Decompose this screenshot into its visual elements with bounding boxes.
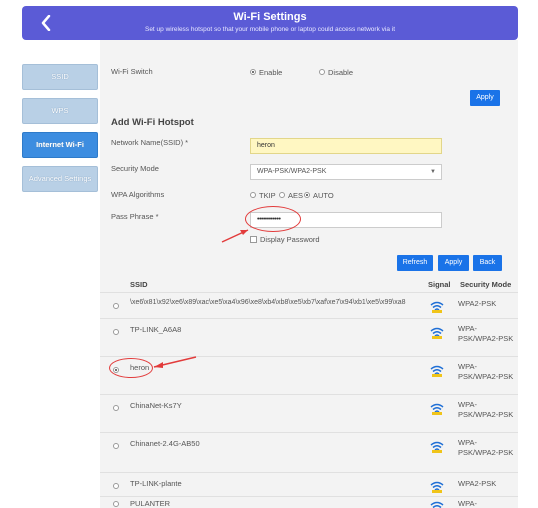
back-button[interactable]: Back (473, 255, 502, 271)
page-title: Wi-Fi Settings (233, 11, 307, 23)
annotation-circle-password (245, 206, 301, 232)
network-row[interactable]: Chinanet-2.4G-AB50 WPA-PSK/WPA2-PSK (100, 432, 518, 472)
network-security: WPA2-PSK (458, 299, 497, 308)
wpa-algorithms-label: WPA Algorithms (111, 190, 165, 199)
annotation-arrow-icon (221, 229, 249, 243)
security-mode-label: Security Mode (111, 164, 159, 173)
ssid-column-header: SSID (130, 280, 148, 289)
sidebar-item-wps[interactable]: WPS (22, 98, 98, 124)
network-radio[interactable] (113, 303, 119, 309)
wifi-signal-icon (430, 365, 444, 377)
wifi-disable-option[interactable]: Disable (319, 68, 353, 77)
display-password-option[interactable]: Display Password (250, 235, 320, 244)
network-radio[interactable] (113, 443, 119, 449)
algo-tkip-option[interactable]: TKIP (250, 191, 276, 200)
sidebar: SSID WPS Internet Wi-Fi Advanced Setting… (22, 64, 98, 200)
sidebar-item-advanced-settings[interactable]: Advanced Settings (22, 166, 98, 192)
chevron-down-icon: ▼ (430, 169, 436, 175)
auto-radio[interactable] (304, 192, 310, 199)
wifi-enable-option[interactable]: Enable (250, 68, 282, 77)
network-ssid: TP-LINK-plante (130, 479, 182, 488)
network-security: WPA- (458, 499, 478, 508)
network-ssid: ChinaNet-Ks7Y (130, 401, 182, 410)
apply-button[interactable]: Apply (438, 255, 469, 271)
network-ssid: \xe6\x81\x92\xe6\x89\xac\xe5\xa4\x96\xe8… (130, 299, 406, 306)
add-hotspot-title: Add Wi-Fi Hotspot (111, 117, 194, 128)
security-mode-value: WPA-PSK/WPA2-PSK (257, 168, 327, 175)
algo-auto-option[interactable]: AUTO (304, 191, 334, 200)
network-security: WPA-PSK/WPA2-PSK (458, 438, 514, 457)
wifi-signal-icon (430, 327, 444, 339)
sidebar-item-ssid[interactable]: SSID (22, 64, 98, 90)
main-panel: Wi-Fi Switch Enable Disable Apply Add Wi… (100, 40, 518, 508)
network-row[interactable]: TP-LINK_A6A8 WPA-PSK/WPA2-PSK (100, 318, 518, 356)
header-bar: Wi-Fi Settings Set up wireless hotspot s… (22, 6, 518, 40)
network-row[interactable]: PULANTER WPA- (100, 496, 518, 508)
signal-column-header: Signal (428, 280, 451, 289)
tkip-radio[interactable] (250, 192, 256, 199)
ssid-input[interactable]: heron (250, 138, 442, 154)
ssid-label: Network Name(SSID) * (111, 138, 189, 147)
network-radio[interactable] (113, 405, 119, 411)
security-column-header: Security Mode (460, 280, 512, 289)
annotation-arrow-icon (153, 356, 197, 368)
network-row[interactable]: \xe6\x81\x92\xe6\x89\xac\xe5\xa4\x96\xe8… (100, 292, 518, 318)
security-mode-select[interactable]: WPA-PSK/WPA2-PSK ▼ (250, 164, 442, 180)
wifi-signal-icon (430, 301, 444, 313)
network-ssid: PULANTER (130, 499, 171, 508)
disable-radio[interactable] (319, 69, 325, 76)
apply-switch-button[interactable]: Apply (470, 90, 500, 106)
network-radio[interactable] (113, 501, 119, 507)
network-radio[interactable] (113, 329, 119, 335)
network-security: WPA-PSK/WPA2-PSK (458, 362, 514, 381)
page-subtitle: Set up wireless hotspot so that your mob… (144, 26, 396, 33)
refresh-button[interactable]: Refresh (397, 255, 433, 271)
network-row[interactable]: ChinaNet-Ks7Y WPA-PSK/WPA2-PSK (100, 394, 518, 432)
network-security: WPA-PSK/WPA2-PSK (458, 324, 514, 343)
wifi-signal-icon (430, 441, 444, 453)
annotation-circle-heron (109, 358, 153, 378)
pass-phrase-label: Pass Phrase * (111, 212, 159, 221)
network-security: WPA-PSK/WPA2-PSK (458, 400, 514, 419)
wifi-switch-label: Wi-Fi Switch (111, 67, 153, 76)
sidebar-item-internet-wifi[interactable]: Internet Wi-Fi (22, 132, 98, 158)
network-row[interactable]: TP-LINK-plante WPA2-PSK (100, 472, 518, 496)
algo-aes-option[interactable]: AES (279, 191, 303, 200)
wifi-signal-icon (430, 481, 444, 493)
network-ssid: TP-LINK_A6A8 (130, 325, 182, 334)
wifi-signal-icon (430, 501, 444, 508)
network-security: WPA2-PSK (458, 479, 497, 488)
aes-radio[interactable] (279, 192, 285, 199)
wifi-signal-icon (430, 403, 444, 415)
enable-radio[interactable] (250, 69, 256, 76)
network-ssid: Chinanet-2.4G-AB50 (130, 439, 200, 448)
network-radio[interactable] (113, 483, 119, 489)
